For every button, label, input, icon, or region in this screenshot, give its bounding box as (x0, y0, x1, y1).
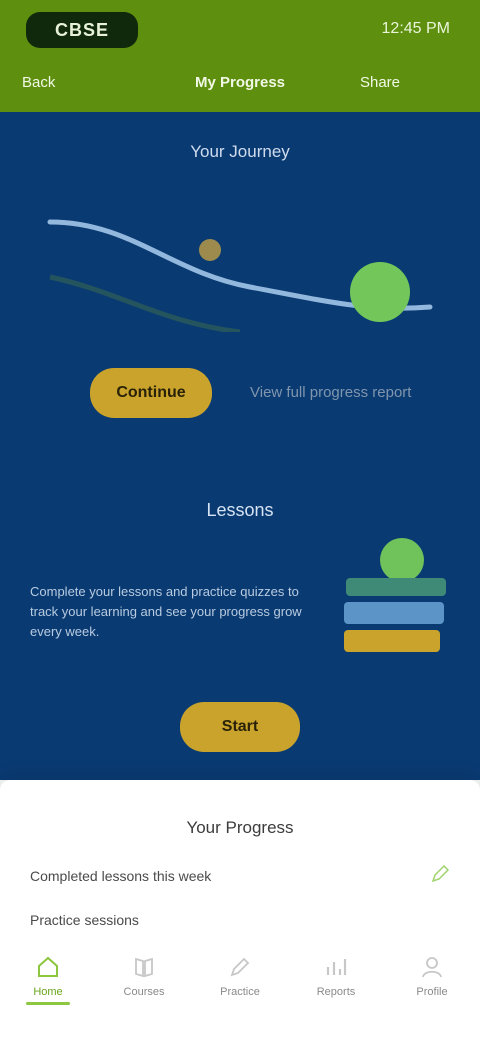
tab-label: Home (33, 986, 63, 998)
hero-section: Your Journey Continue View full progress… (0, 112, 480, 780)
tab-label: Courses (123, 986, 165, 998)
continue-button[interactable]: Continue (90, 368, 212, 418)
tab-courses[interactable]: Courses (109, 954, 179, 1005)
share-button[interactable]: Share (360, 74, 400, 91)
status-time: 12:45 PM (381, 20, 450, 37)
page-title: My Progress (194, 74, 286, 91)
active-indicator (26, 1002, 70, 1005)
section-heading: Lessons (206, 500, 274, 520)
app-logo: CBSE (26, 12, 138, 48)
start-button[interactable]: Start (180, 702, 300, 752)
stack-card-green (346, 578, 446, 596)
card-title: Your Progress (186, 818, 294, 837)
progress-card: Your Progress Completed lessons this wee… (0, 780, 480, 1040)
user-icon (422, 957, 442, 978)
hero-heading: Your Journey (190, 142, 290, 161)
tab-practice[interactable]: Practice (205, 954, 275, 1005)
check-circle-icon (380, 538, 424, 582)
pencil-icon (230, 957, 250, 977)
lesson-stack-illustration (344, 538, 446, 652)
chart-icon (326, 959, 347, 975)
milestone-icon (199, 239, 221, 261)
top-header: CBSE 12:45 PM Back My Progress Share (0, 0, 480, 112)
stack-card-blue (344, 602, 444, 624)
tab-reports[interactable]: Reports (301, 954, 371, 1005)
section-description: Complete your lessons and practice quizz… (30, 584, 302, 639)
app-root: CBSE 12:45 PM Back My Progress Share You… (0, 0, 480, 1040)
edit-icon[interactable] (430, 864, 450, 884)
goal-marker-icon (350, 262, 410, 322)
progress-path-dark (49, 274, 241, 332)
stack-card-gold (344, 630, 440, 652)
bottom-tab-bar: Home Courses Practice Reports Profile (0, 948, 480, 1018)
progress-report-link[interactable]: View full progress report (250, 384, 411, 401)
completed-lessons-row[interactable]: Completed lessons this week (30, 868, 211, 884)
book-icon (135, 957, 153, 978)
progress-path-illustration (47, 219, 433, 332)
home-icon (38, 956, 58, 977)
practice-sessions-row[interactable]: Practice sessions (30, 912, 139, 928)
tab-profile[interactable]: Profile (397, 954, 467, 1005)
tab-label: Practice (220, 986, 260, 998)
tab-home[interactable]: Home (13, 954, 83, 1005)
tab-label: Profile (416, 986, 448, 998)
tab-label: Reports (316, 986, 356, 998)
